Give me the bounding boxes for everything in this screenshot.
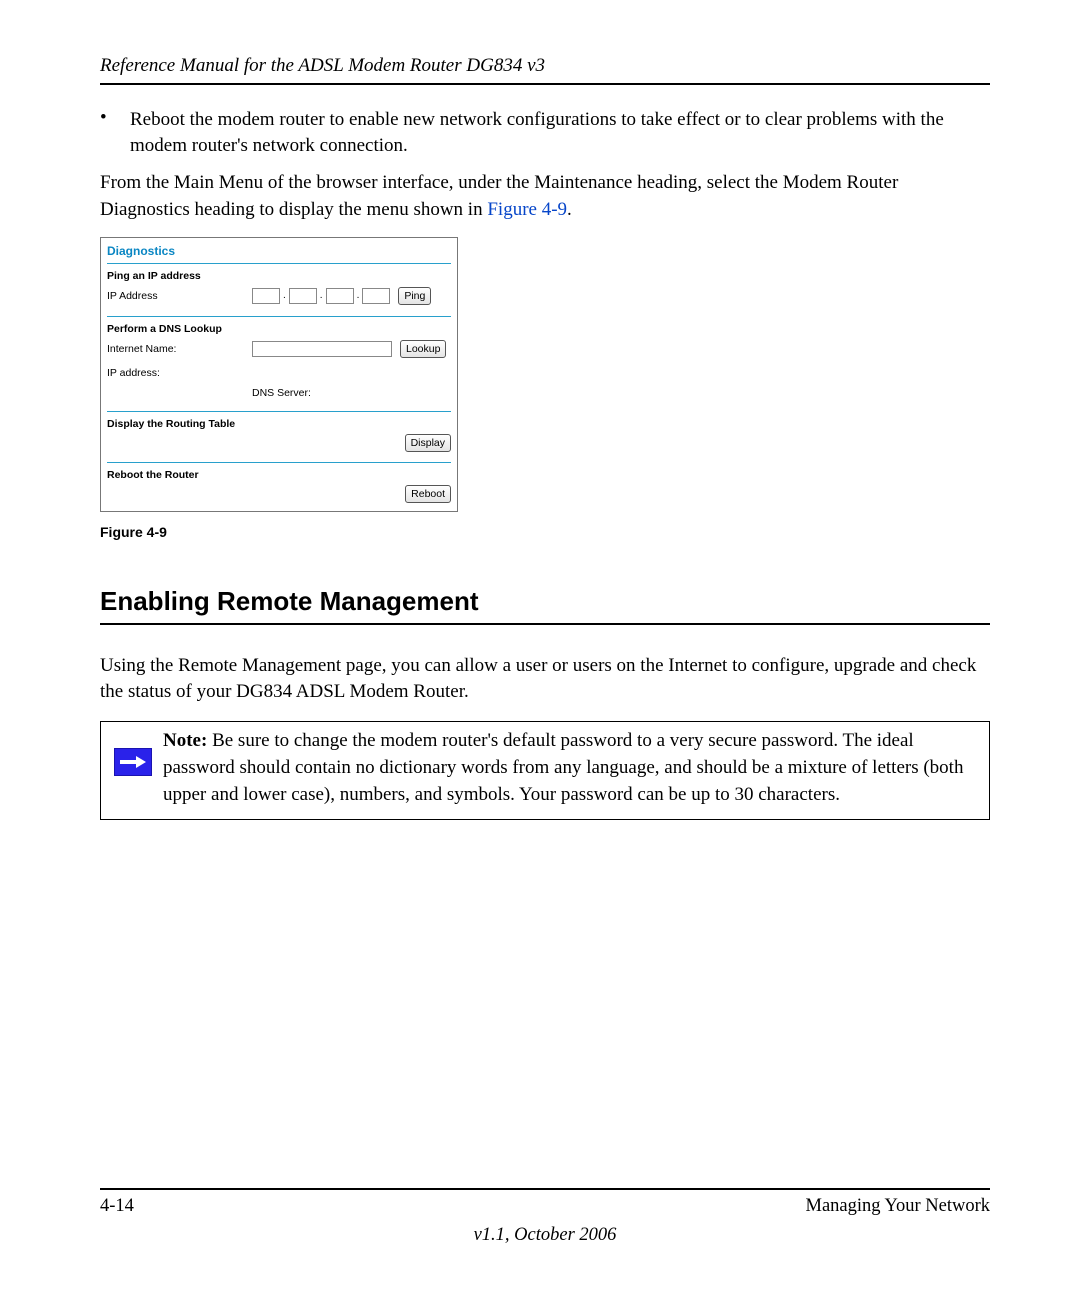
note-label: Note: [163,730,207,751]
display-button-row: Display [107,434,451,452]
figure-link[interactable]: Figure 4-9 [487,199,567,220]
divider [107,462,451,463]
ip-address-label: IP Address [107,290,252,302]
ping-button[interactable]: Ping [398,287,431,305]
internet-name-inputs: Lookup [252,340,451,358]
page-footer: 4-14 Managing Your Network v1.1, October… [100,1188,990,1246]
internet-name-input[interactable] [252,341,392,357]
ip-octet-1[interactable] [252,288,280,304]
dot: . [357,290,360,301]
section-heading: Enabling Remote Management [100,586,990,617]
footer-version: v1.1, October 2006 [100,1225,990,1246]
bullet-item: • Reboot the modem router to enable new … [100,107,990,158]
arrow-icon [114,748,152,776]
reboot-section-title: Reboot the Router [107,469,451,481]
diagnostics-panel: Diagnostics Ping an IP address IP Addres… [100,237,458,512]
reboot-button-row: Reboot [107,485,451,503]
ip-inputs: . . . Ping [252,287,451,305]
note-body: Be sure to change the modem router's def… [163,730,963,805]
note-box: Note: Be sure to change the modem router… [100,721,990,820]
intro-paragraph: From the Main Menu of the browser interf… [100,170,990,222]
ip-octet-3[interactable] [326,288,354,304]
reboot-button[interactable]: Reboot [405,485,451,503]
bullet-marker: • [100,107,130,158]
dns-server-row: DNS Server: [107,387,451,399]
section-paragraph: Using the Remote Management page, you ca… [100,653,990,705]
dns-section-title: Perform a DNS Lookup [107,323,451,335]
footer-row: 4-14 Managing Your Network [100,1196,990,1217]
note-text: Note: Be sure to change the modem router… [163,722,989,819]
ip-octet-2[interactable] [289,288,317,304]
header-title: Reference Manual for the ADSL Modem Rout… [100,55,990,77]
ping-section-title: Ping an IP address [107,270,451,282]
dot: . [283,290,286,301]
figure-caption: Figure 4-9 [100,524,990,540]
internet-name-row: Internet Name: Lookup [107,339,451,359]
bullet-text: Reboot the modem router to enable new ne… [130,107,990,158]
ip-address-result-label: IP address: [107,367,252,379]
lookup-button[interactable]: Lookup [400,340,446,358]
chapter-name: Managing Your Network [806,1196,990,1217]
divider [107,316,451,317]
ip-address-result-row: IP address: [107,363,451,383]
footer-rule [100,1188,990,1190]
page-header: Reference Manual for the ADSL Modem Rout… [100,55,990,85]
divider [107,411,451,412]
divider [107,263,451,264]
display-button[interactable]: Display [405,434,451,452]
section-rule [100,623,990,625]
header-rule [100,83,990,85]
diagnostics-title: Diagnostics [107,242,451,263]
ip-octet-4[interactable] [362,288,390,304]
ip-address-row: IP Address . . . Ping [107,286,451,306]
internet-name-label: Internet Name: [107,343,252,355]
dot: . [320,290,323,301]
note-icon-cell [101,722,163,784]
routing-section-title: Display the Routing Table [107,418,451,430]
page-number: 4-14 [100,1196,134,1217]
intro-text-after: . [567,199,572,220]
